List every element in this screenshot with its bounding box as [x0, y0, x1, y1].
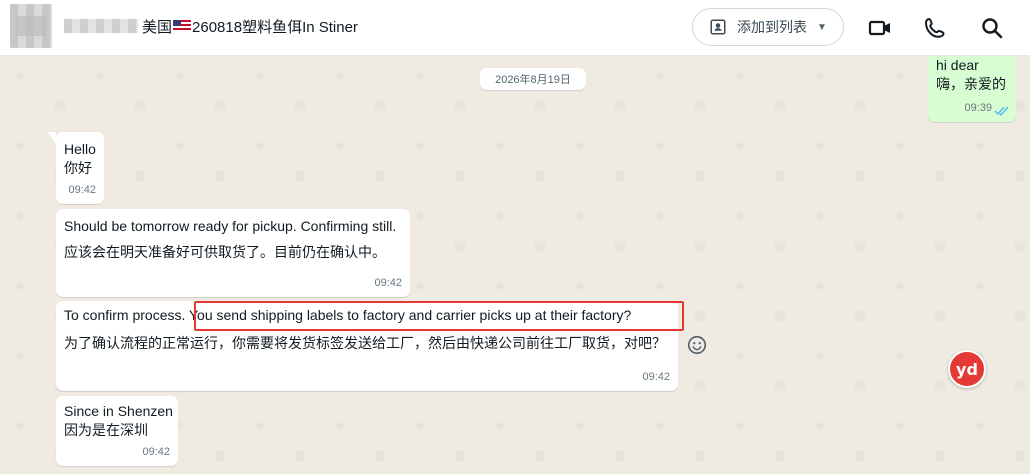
contact-title[interactable]: 美国 260818塑料鱼佴In Stiner — [64, 16, 358, 36]
message-text-zh: 因为是在深圳 — [64, 422, 148, 438]
message-text-zh: 应该会在明天准备好可供取货了。目前仍在确认中。 — [64, 244, 386, 260]
date-divider: 2026年8月19日 — [480, 68, 586, 90]
message-time: 09:42 — [142, 446, 170, 458]
chat-area[interactable]: 2026年8月19日 hi dear 嗨，亲爱的 09:39 Hello 你好 … — [0, 56, 1030, 474]
add-to-list-label: 添加到列表 — [737, 19, 807, 35]
read-receipt-icon — [994, 106, 1009, 116]
message-incoming[interactable]: To confirm process. You send shipping la… — [56, 301, 678, 391]
contact-card-icon — [710, 19, 726, 35]
message-text-en: Since in Shenzen — [64, 403, 173, 419]
message-time: 09:42 — [642, 371, 670, 383]
yd-translate-button[interactable]: yd — [948, 350, 986, 388]
message-text-en: Hello — [64, 141, 96, 157]
emoji-reaction-icon[interactable] — [686, 334, 708, 356]
message-text-en: To confirm process. You send shipping la… — [64, 307, 632, 323]
blurred-name — [64, 19, 138, 33]
title-country: 美国 — [142, 18, 173, 36]
chat-header: 美国 260818塑料鱼佴In Stiner 添加到列表 ▼ — [0, 0, 1030, 56]
video-call-icon[interactable] — [868, 16, 892, 40]
message-incoming[interactable]: Since in Shenzen 因为是在深圳 09:42 — [56, 396, 178, 466]
message-time: 09:42 — [374, 277, 402, 289]
message-text-zh: 你好 — [64, 160, 92, 176]
message-incoming[interactable]: Hello 你好 09:42 — [48, 132, 104, 204]
contact-avatar[interactable] — [10, 4, 52, 48]
message-time: 09:42 — [68, 184, 96, 196]
message-text-zh: 为了确认流程的正常运行，你需要将发货标签发送给工厂，然后由快递公司前往工厂取货，… — [64, 335, 666, 351]
message-time: 09:39 — [964, 102, 992, 114]
message-text-zh: 嗨，亲爱的 — [936, 76, 1006, 92]
chevron-down-icon: ▼ — [817, 21, 827, 33]
message-outgoing[interactable]: hi dear 嗨，亲爱的 09:39 — [928, 56, 1016, 122]
us-flag-icon — [173, 20, 192, 32]
title-code: 260818塑料鱼佴In Stiner — [192, 18, 358, 36]
add-to-list-button[interactable]: 添加到列表 ▼ — [692, 8, 844, 46]
message-incoming[interactable]: Should be tomorrow ready for pickup. Con… — [56, 209, 410, 297]
message-text-en: hi dear — [936, 57, 979, 73]
phone-call-icon[interactable] — [924, 16, 948, 40]
message-text-en: Should be tomorrow ready for pickup. Con… — [64, 218, 397, 234]
search-icon[interactable] — [980, 16, 1004, 40]
